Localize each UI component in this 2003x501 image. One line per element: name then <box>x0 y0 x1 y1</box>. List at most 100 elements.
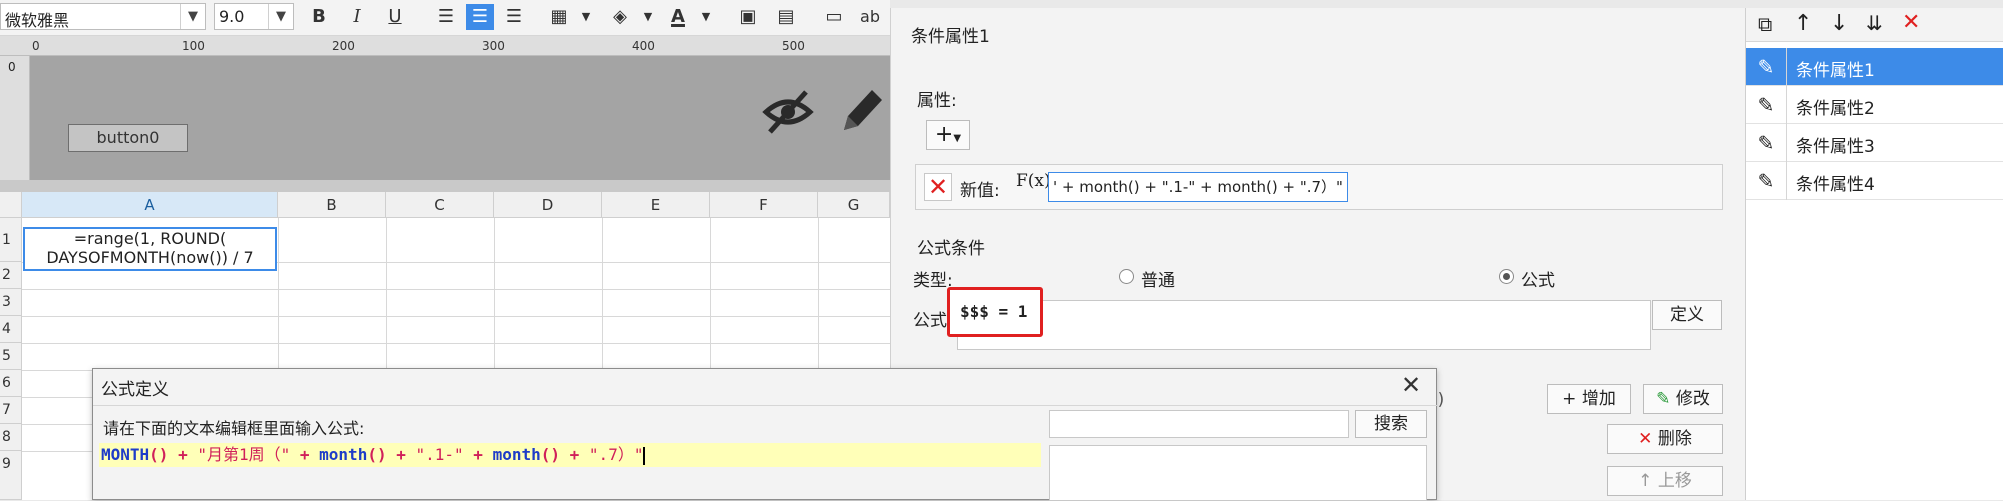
list-item-condition-3[interactable]: ✎ 条件属性3 <box>1746 124 2003 162</box>
type-formula-radio[interactable] <box>1499 269 1514 284</box>
cell-a1[interactable]: =range(1, ROUND( DAYSOFMONTH(now()) / 7 <box>23 227 277 271</box>
modify-icon: ✎ <box>1656 389 1671 409</box>
edit-pencil-icon: ✎ <box>1746 86 1787 124</box>
text-cursor <box>643 446 646 465</box>
search-button[interactable]: 搜索 <box>1355 410 1427 438</box>
align-left-icon[interactable]: ☰ <box>432 4 460 30</box>
chevron-down-icon: ▼ <box>268 4 293 29</box>
divider <box>93 405 1438 406</box>
row-header-9[interactable]: 9 <box>0 451 22 500</box>
cell-a1-line2: DAYSOFMONTH(now()) / 7 <box>46 248 254 267</box>
new-value-row: ✕ 新值: F(x) ' + month() + ".1-" + month()… <box>915 164 1723 210</box>
search-input[interactable] <box>1049 410 1349 438</box>
format-toolbar: 微软雅黑 ▼ 9.0 ▼ B I U ☰ ☰ ☰ ▦ ▼ ◈ ▼ A ▼ ▣ ▤… <box>0 0 890 36</box>
splitter-bar[interactable] <box>0 180 890 192</box>
modify-button[interactable]: ✎ 修改 <box>1643 384 1723 414</box>
row-header-5[interactable]: 5 <box>0 343 22 370</box>
chevron-down-icon[interactable]: ▼ <box>634 4 662 30</box>
column-header-a[interactable]: A <box>22 192 278 218</box>
select-all-corner[interactable] <box>0 192 22 218</box>
new-value-label: 新值: <box>960 181 1000 201</box>
move-bottom-icon[interactable]: ⇊ <box>1866 11 1883 35</box>
hide-eye-icon[interactable] <box>760 84 816 140</box>
formula-textarea[interactable] <box>957 300 1651 350</box>
list-item-condition-1[interactable]: ✎ 条件属性1 <box>1746 48 2003 86</box>
insert-widget-icon[interactable]: ▭ <box>820 4 848 30</box>
plus-icon: + <box>934 122 954 147</box>
formula-value[interactable]: $$$ = 1 <box>947 287 1043 337</box>
horizontal-ruler: 0 100 200 300 400 500 <box>0 36 890 56</box>
design-canvas[interactable] <box>30 56 890 180</box>
edit-pencil-icon: ✎ <box>1746 48 1787 86</box>
type-formula-label[interactable]: 公式 <box>1521 266 1555 291</box>
list-item-condition-2[interactable]: ✎ 条件属性2 <box>1746 86 2003 124</box>
panel-title: 条件属性1 <box>911 27 990 47</box>
text-widget-button[interactable]: ab <box>856 4 884 30</box>
row-header-7[interactable]: 7 <box>0 397 22 424</box>
border-icon[interactable]: ▦ <box>545 4 573 30</box>
button0-widget[interactable]: button0 <box>68 124 188 152</box>
formula-condition-label: 公式条件 <box>917 239 985 259</box>
formula-definition-dialog: 公式定义 ✕ 请在下面的文本编辑框里面输入公式: MONTH() + "月第1周… <box>92 368 1438 501</box>
row-header-3[interactable]: 3 <box>0 289 22 316</box>
column-header-e[interactable]: E <box>602 192 710 218</box>
column-header-f[interactable]: F <box>710 192 818 218</box>
define-button[interactable]: 定义 <box>1652 300 1722 330</box>
list-item-condition-4[interactable]: ✎ 条件属性4 <box>1746 162 2003 200</box>
plus-icon: + <box>1562 389 1577 409</box>
edit-pencil-icon: ✎ <box>1746 124 1787 162</box>
condition-list-panel: ⧉ ↑ ↓ ⇊ ✕ ✎ 条件属性1 ✎ 条件属性2 ✎ 条件属性3 ✎ 条件属性… <box>1745 8 2003 500</box>
column-header-b[interactable]: B <box>278 192 386 218</box>
formula-fx-icon[interactable]: F(x) <box>1016 171 1051 191</box>
add-attribute-button[interactable]: +▼ <box>926 120 970 150</box>
list-toolbar: ⧉ ↑ ↓ ⇊ ✕ <box>1746 8 2003 42</box>
instruction-text: 请在下面的文本编辑框里面输入公式: <box>103 419 365 438</box>
row-header-8[interactable]: 8 <box>0 424 22 451</box>
split-cells-icon[interactable]: ▤ <box>772 4 800 30</box>
italic-button[interactable]: I <box>343 4 371 30</box>
row-header-2[interactable]: 2 <box>0 262 22 289</box>
row-header-6[interactable]: 6 <box>0 370 22 397</box>
vertical-ruler: 0 <box>0 56 30 180</box>
font-size-select[interactable]: 9.0 ▼ <box>214 3 294 30</box>
arrow-up-icon: ↑ <box>1638 471 1653 491</box>
fill-color-icon[interactable]: ◈ <box>606 4 634 30</box>
underline-button[interactable]: U <box>381 4 409 30</box>
column-header-g[interactable]: G <box>818 192 890 218</box>
row-header-1[interactable]: 1 <box>0 218 22 262</box>
chevron-down-icon[interactable]: ▼ <box>572 4 600 30</box>
type-normal-label[interactable]: 普通 <box>1141 266 1175 291</box>
formula-editor[interactable]: MONTH() + "月第1周（" + month() + ".1-" + mo… <box>99 443 1041 467</box>
grid-line <box>22 289 890 290</box>
delete-icon[interactable]: ✕ <box>1902 10 1920 35</box>
merge-cells-icon[interactable]: ▣ <box>734 4 762 30</box>
arrow-up-icon[interactable]: ↑ <box>1794 11 1812 36</box>
arrow-down-icon[interactable]: ↓ <box>1830 11 1848 36</box>
chevron-down-icon[interactable]: ▼ <box>692 4 720 30</box>
edit-pencil-icon[interactable] <box>836 82 888 138</box>
add-button[interactable]: + 增加 <box>1547 384 1631 414</box>
edit-pencil-icon: ✎ <box>1746 162 1787 200</box>
remove-attribute-icon[interactable]: ✕ <box>924 173 952 201</box>
delete-button[interactable]: ✕ 删除 <box>1607 424 1723 454</box>
align-right-icon[interactable]: ☰ <box>500 4 528 30</box>
close-icon[interactable]: ✕ <box>1401 371 1421 399</box>
column-header-c[interactable]: C <box>386 192 494 218</box>
move-up-button[interactable]: ↑ 上移 <box>1607 466 1723 496</box>
function-list[interactable] <box>1049 445 1427 501</box>
cell-a1-line1: =range(1, ROUND( <box>73 229 227 248</box>
close-icon: ✕ <box>1638 429 1653 449</box>
align-center-icon[interactable]: ☰ <box>466 4 494 30</box>
column-header-d[interactable]: D <box>494 192 602 218</box>
font-color-icon[interactable]: A <box>664 4 692 30</box>
font-name-select[interactable]: 微软雅黑 ▼ <box>0 3 206 30</box>
chevron-down-icon: ▼ <box>180 4 205 29</box>
type-normal-radio[interactable] <box>1119 269 1134 284</box>
chevron-down-icon: ▼ <box>953 133 962 144</box>
row-header-4[interactable]: 4 <box>0 316 22 343</box>
new-value-input[interactable]: ' + month() + ".1-" + month() + ".7）" <box>1048 172 1348 202</box>
grid-line <box>22 316 890 317</box>
bold-button[interactable]: B <box>305 4 333 30</box>
grid-line <box>22 343 890 344</box>
copy-icon[interactable]: ⧉ <box>1758 12 1772 36</box>
